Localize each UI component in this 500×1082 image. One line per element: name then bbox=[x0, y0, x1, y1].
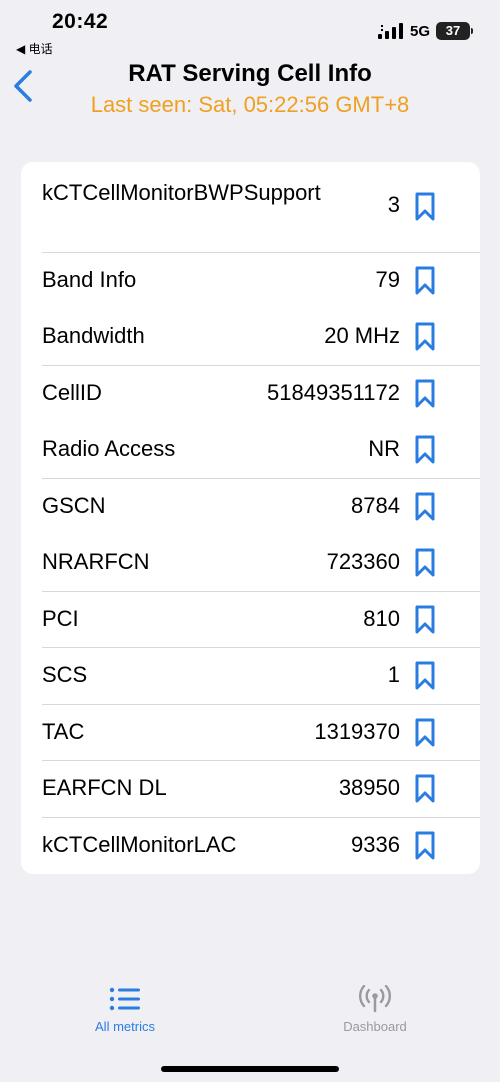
metric-label: CellID bbox=[42, 380, 102, 405]
bookmark-icon[interactable] bbox=[414, 435, 436, 465]
metric-label: TAC bbox=[42, 719, 85, 744]
network-type: 5G bbox=[409, 22, 430, 40]
cellular-signal-icon bbox=[377, 23, 403, 39]
metric-value: 51849351172 bbox=[267, 380, 400, 405]
metric-row: NRARFCN 723360 bbox=[21, 534, 480, 590]
metric-value: 810 bbox=[363, 606, 400, 631]
metric-row: Radio Access NR bbox=[21, 421, 480, 477]
bookmark-icon[interactable] bbox=[414, 379, 436, 409]
metric-row: SCS 1 bbox=[21, 647, 480, 703]
metric-value: 79 bbox=[375, 267, 400, 292]
metric-value: 38950 bbox=[338, 775, 400, 800]
metric-label: EARFCN DL bbox=[42, 775, 167, 800]
back-to-app-link[interactable]: ◀ 电话 bbox=[16, 40, 53, 57]
tab-all-metrics[interactable]: All metrics bbox=[55, 985, 195, 1034]
screen: 20:42 ◀ 电话 5G 37 RAT Serving Cell Info L… bbox=[0, 0, 500, 1082]
metric-value: 1319370 bbox=[314, 719, 400, 744]
bookmark-icon[interactable] bbox=[414, 192, 436, 222]
metric-row: GSCN 8784 bbox=[21, 478, 480, 534]
home-indicator[interactable] bbox=[161, 1066, 339, 1072]
metric-value: 8784 bbox=[351, 493, 400, 518]
metric-value: NR bbox=[368, 436, 400, 461]
metric-label: Band Info bbox=[42, 267, 137, 292]
bookmark-icon[interactable] bbox=[414, 661, 436, 691]
bookmark-icon[interactable] bbox=[414, 266, 436, 296]
metric-value: 723360 bbox=[326, 549, 400, 574]
bookmark-icon[interactable] bbox=[414, 831, 436, 861]
last-seen-subtitle: Last seen: Sat, 05:22:56 GMT+8 bbox=[90, 92, 410, 117]
tab-label: Dashboard bbox=[343, 1019, 407, 1034]
metric-label: NRARFCN bbox=[42, 549, 150, 574]
list-icon bbox=[109, 987, 140, 1011]
metrics-card: kCTCellMonitorBWPSupport 3 Band Info 79 … bbox=[21, 162, 480, 874]
metric-row: CellID 51849351172 bbox=[21, 365, 480, 421]
metric-value: 20 MHz bbox=[324, 323, 400, 348]
metric-label: PCI bbox=[42, 606, 79, 631]
metric-row: Bandwidth 20 MHz bbox=[21, 308, 480, 364]
metric-row: EARFCN DL 38950 bbox=[21, 760, 480, 816]
tab-label: All metrics bbox=[95, 1019, 155, 1034]
bookmark-icon[interactable] bbox=[414, 774, 436, 804]
metric-row: Band Info 79 bbox=[21, 252, 480, 308]
status-time: 20:42 bbox=[52, 10, 109, 33]
bookmark-icon[interactable] bbox=[414, 718, 436, 748]
metric-row: kCTCellMonitorBWPSupport 3 bbox=[21, 172, 480, 242]
antenna-icon bbox=[359, 985, 391, 1013]
tab-dashboard[interactable]: Dashboard bbox=[305, 985, 445, 1034]
page-title: RAT Serving Cell Info bbox=[128, 60, 372, 87]
metric-label: GSCN bbox=[42, 493, 106, 518]
metric-label: kCTCellMonitorBWPSupport bbox=[42, 180, 321, 205]
status-indicators: 5G 37 bbox=[377, 22, 473, 40]
bookmark-icon[interactable] bbox=[414, 322, 436, 352]
metric-value: 9336 bbox=[351, 832, 400, 857]
metric-row: kCTCellMonitorLAC 9336 bbox=[21, 817, 480, 873]
metric-row: TAC 1319370 bbox=[21, 704, 480, 760]
bookmark-icon[interactable] bbox=[414, 605, 436, 635]
metric-label: Radio Access bbox=[42, 436, 176, 461]
bookmark-icon[interactable] bbox=[414, 492, 436, 522]
metric-label: kCTCellMonitorLAC bbox=[42, 832, 237, 857]
bookmark-icon[interactable] bbox=[414, 548, 436, 578]
metric-value: 1 bbox=[387, 662, 400, 687]
metric-label: SCS bbox=[42, 662, 88, 687]
metric-label: Bandwidth bbox=[42, 323, 145, 348]
metric-row: PCI 810 bbox=[21, 591, 480, 647]
metric-value: 3 bbox=[387, 192, 400, 217]
battery-icon: 37 bbox=[436, 22, 473, 40]
